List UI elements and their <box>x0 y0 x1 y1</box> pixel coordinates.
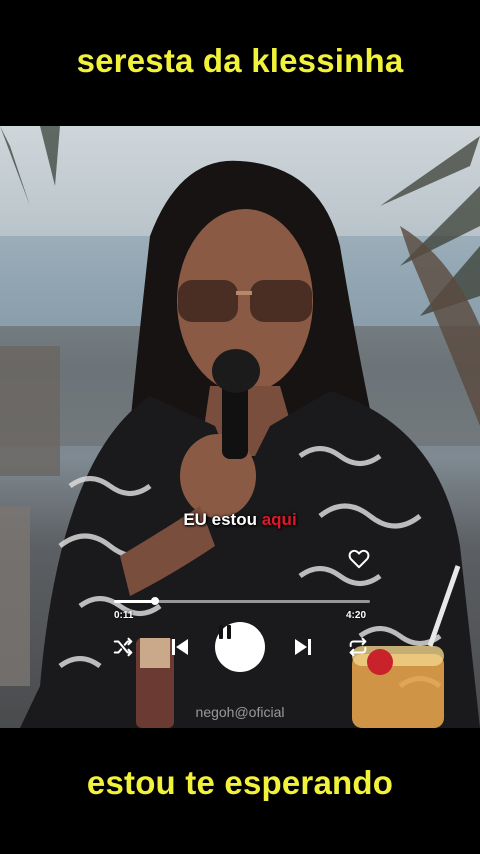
shuffle-icon[interactable] <box>112 636 134 658</box>
heart-outline-icon[interactable] <box>348 549 370 569</box>
skip-next-icon[interactable] <box>291 635 315 659</box>
lyric-line: EU estou aqui <box>0 510 480 530</box>
current-time: 0:11 <box>114 610 134 621</box>
video-frame[interactable]: EU estou aqui 0:11 4:20 negoh@oficial <box>0 126 480 728</box>
progress-bar[interactable] <box>114 597 370 605</box>
lyric-text: EU estou <box>183 510 262 529</box>
top-caption: seresta da klessinha <box>76 42 404 79</box>
watermark: negoh@oficial <box>195 704 285 720</box>
lyric-highlight-word: aqui <box>261 510 297 529</box>
bottom-caption: estou te esperando <box>86 764 394 801</box>
total-time: 4:20 <box>346 610 367 621</box>
skip-previous-icon[interactable] <box>168 635 192 659</box>
repeat-icon[interactable] <box>347 636 369 658</box>
progress-knob[interactable] <box>150 597 159 605</box>
pause-button[interactable] <box>215 622 265 672</box>
progress-fill <box>114 600 155 603</box>
pause-icon <box>219 625 231 639</box>
